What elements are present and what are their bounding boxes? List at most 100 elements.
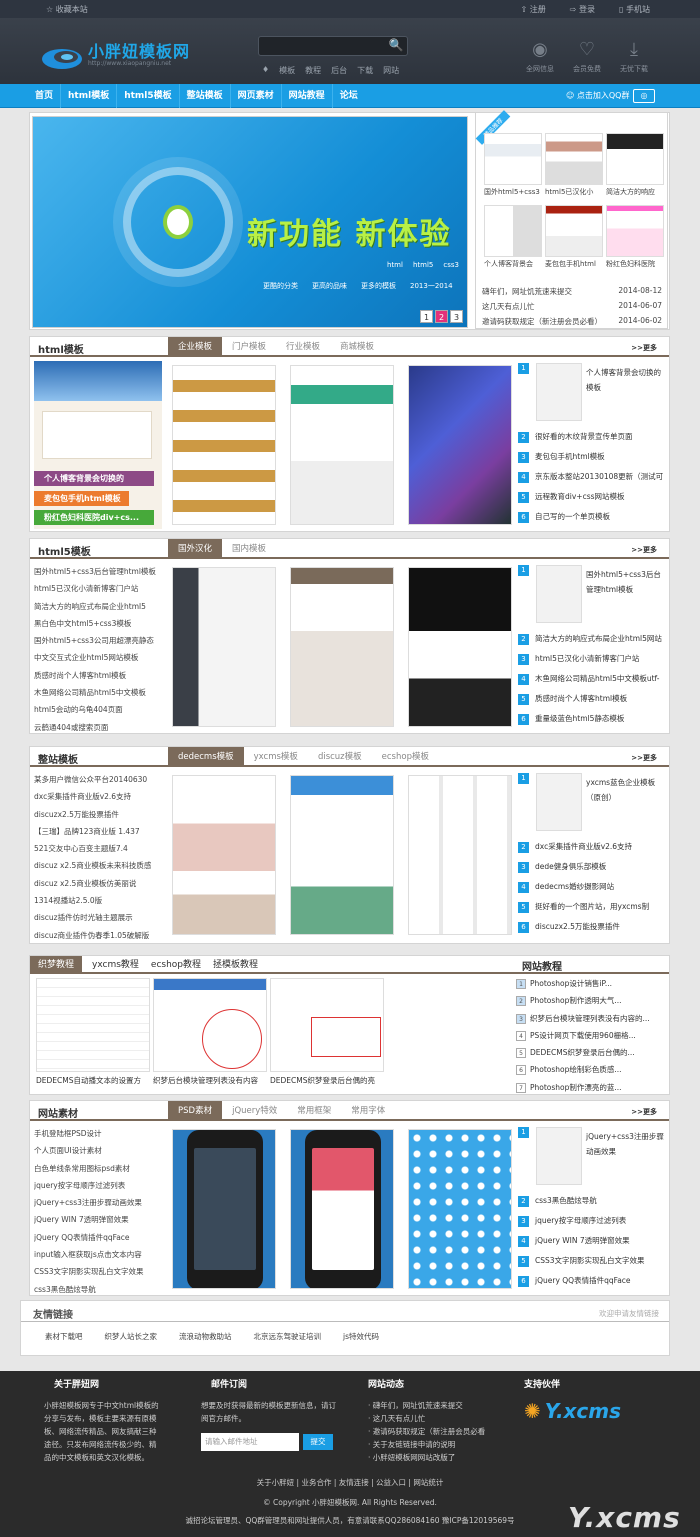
list-item[interactable]: html5已汉化小清新博客门户站	[34, 580, 162, 597]
nav-item-home[interactable]: 首页	[28, 84, 62, 108]
list-item[interactable]: html5会动的乌龟404页面	[34, 701, 162, 718]
tab-mall[interactable]: 商城模板	[330, 337, 384, 357]
list-item[interactable]: 简洁大方的响应式布局企业html5	[34, 598, 162, 615]
footer-news-item[interactable]: · 礴年们，网址饥荒速来提交	[368, 1399, 503, 1412]
banner-page-1[interactable]: 1	[420, 310, 433, 323]
rank-row[interactable]: 2 简洁大方的响应式布局企业html5网站	[518, 633, 668, 653]
email-field[interactable]: 请输入邮件地址	[201, 1433, 299, 1451]
list-item[interactable]: 白色单线条常用图标psd素材	[34, 1160, 162, 1177]
list-item[interactable]: jQuery WIN 7透明弹窗效果	[34, 1211, 162, 1228]
tutorial-card[interactable]: DEDECMS自动播文本的设置方	[36, 978, 150, 1086]
friend-link[interactable]: 北京远东驾驶证培训	[254, 1331, 322, 1342]
news-row[interactable]: 邀请码获取规定（新注册会员必看） 2014-06-02	[482, 316, 662, 331]
list-item[interactable]: discuz x2.5商业模板仿美丽说	[34, 875, 162, 892]
rank-row[interactable]: 2 dxc采集插件商业版v2.6支持	[518, 841, 668, 861]
list-item[interactable]: 国外html5+css3公司用超漂亮静态	[34, 632, 162, 649]
tutorial-item[interactable]: 3 织梦后台模块管理列表没有内容的...	[516, 1013, 666, 1030]
tab-ecshop-tutorial[interactable]: ecshop教程	[151, 956, 201, 974]
list-item[interactable]: css3黑色酷炫导航	[34, 1281, 162, 1298]
banner-page-2[interactable]: 2	[435, 310, 448, 323]
tab-jquery[interactable]: jQuery特效	[222, 1101, 287, 1121]
friend-link[interactable]: 织梦人站长之家	[105, 1331, 158, 1342]
register-link[interactable]: ⇧ 注册	[521, 4, 546, 15]
friend-link[interactable]: 素材下载吧	[45, 1331, 83, 1342]
rank-row[interactable]: 3 麦包包手机html模板	[518, 451, 668, 471]
nav-item-html5[interactable]: html5模板	[117, 84, 180, 108]
rank-first[interactable]: 1 yxcms蓝色企业模板（原创）	[518, 773, 668, 841]
tab-discuz[interactable]: discuz模板	[308, 747, 372, 767]
list-item[interactable]: discuz插件仿时光轴主题展示	[34, 909, 162, 926]
rank-row[interactable]: 3 jquery按字母顺序过滤列表	[518, 1215, 668, 1235]
thumb-item[interactable]: 粉红色妇科医院	[606, 205, 664, 269]
more-link[interactable]: >>更多	[631, 343, 657, 353]
thumb-item[interactable]: html5已汉化小	[545, 133, 603, 197]
thumb-item[interactable]: 国外html5+css3	[484, 133, 542, 197]
rank-row[interactable]: 3 dede健身俱乐部模板	[518, 861, 668, 881]
footer-links[interactable]: 关于小胖妞 | 业务合作 | 友情连接 | 公益入口 | 网站统计	[0, 1477, 700, 1488]
banner-page-3[interactable]: 3	[450, 310, 463, 323]
template-shot[interactable]	[172, 365, 276, 525]
list-item[interactable]: 国外html5+css3后台管理html模板	[34, 563, 162, 580]
list-item[interactable]: 521交友中心百变主题版7.4	[34, 840, 162, 857]
tab-psd[interactable]: PSD素材	[168, 1101, 223, 1121]
tab-dede-tutorial[interactable]: 织梦教程	[30, 956, 83, 974]
list-item[interactable]: dxc采集插件商业版v2.6支持	[34, 788, 162, 805]
tab-domestic[interactable]: 国内模板	[222, 539, 276, 559]
search-input[interactable]	[259, 37, 387, 55]
list-item[interactable]: 【三瑞】品牌123商业版 1.437	[34, 823, 162, 840]
rank-first[interactable]: 1 jQuery+css3注册步骤动画效果	[518, 1127, 668, 1195]
material-shot[interactable]	[172, 1129, 276, 1289]
tab-dedecms[interactable]: dedecms模板	[168, 747, 244, 767]
list-item[interactable]: 中文交互式企业html5网站模板	[34, 649, 162, 666]
feature-heart[interactable]: ♡ 会员免费	[570, 36, 604, 74]
more-link[interactable]: >>更多	[631, 1107, 657, 1117]
nav-item-tutorial[interactable]: 网站教程	[282, 84, 333, 108]
rank-row[interactable]: 4 jQuery WIN 7透明弹窗效果	[518, 1235, 668, 1255]
tab-ecshop[interactable]: ecshop模板	[372, 747, 439, 767]
rank-row[interactable]: 4 dedecms婚纱摄影网站	[518, 881, 668, 901]
list-item[interactable]: jQuery+css3注册步骤动画效果	[34, 1194, 162, 1211]
tab-portal[interactable]: 门户模板	[222, 337, 276, 357]
hotword-link[interactable]: 后台	[331, 65, 347, 76]
weibo-button[interactable]: ◎	[633, 89, 655, 103]
template-shot[interactable]	[172, 775, 276, 935]
rank-row[interactable]: 6 重量级蓝色html5静态模板	[518, 713, 668, 733]
nav-item-html[interactable]: html模板	[61, 84, 118, 108]
rank-row[interactable]: 5 质感时尚个人博客html模板	[518, 693, 668, 713]
list-item[interactable]: 质感时尚个人博客html模板	[34, 667, 162, 684]
banner-slider[interactable]: 新功能 新体验 html html5 css3 更酷的分类 更高的品味 更多的模板 201…	[32, 116, 468, 328]
feature-download[interactable]: ⤓ 无忧下载	[617, 36, 651, 74]
nav-item-site[interactable]: 整站模板	[180, 84, 231, 108]
friend-link[interactable]: 流浪动物救助站	[179, 1331, 232, 1342]
rank-row[interactable]: 6 discuzx2.5万能投票插件	[518, 921, 668, 941]
rank-row[interactable]: 4 木鱼网络公司精品html5中文模板utf-	[518, 673, 668, 693]
tab-framework[interactable]: 常用框架	[287, 1101, 341, 1121]
material-shot[interactable]	[290, 1129, 394, 1289]
rank-row[interactable]: 6 jQuery QQ表情插件qqFace	[518, 1275, 668, 1295]
tab-fonts[interactable]: 常用字体	[341, 1101, 395, 1121]
tutorial-card[interactable]: DEDECMS织梦登录后台偶的亮	[270, 978, 384, 1086]
template-shot[interactable]	[290, 567, 394, 727]
friend-link[interactable]: js特效代码	[343, 1331, 379, 1342]
nav-item-material[interactable]: 网页素材	[231, 84, 282, 108]
rank-row[interactable]: 3 html5已汉化小清新博客门户站	[518, 653, 668, 673]
tab-template-tutorial[interactable]: 拯模板教程	[213, 956, 258, 974]
list-item[interactable]: 木鱼网络公司精品html5中文模板	[34, 684, 162, 701]
tutorial-item[interactable]: 1 Photoshop设计销售iP...	[516, 978, 666, 995]
hotword-link[interactable]: 下载	[357, 65, 373, 76]
tutorial-item[interactable]: 7 Photoshop制作漂亮的蓝...	[516, 1082, 666, 1099]
login-link[interactable]: ⇨ 登录	[570, 4, 595, 15]
partner-logo[interactable]: ✺ Y.xcms	[524, 1399, 664, 1423]
rank-row[interactable]: 2 css3黑色酷炫导航	[518, 1195, 668, 1215]
tab-yxcms[interactable]: yxcms模板	[244, 747, 308, 767]
template-shot[interactable]	[408, 567, 512, 727]
tutorial-item[interactable]: 6 Photoshop绘制彩色质感...	[516, 1064, 666, 1081]
more-link[interactable]: >>更多	[631, 753, 657, 763]
list-item[interactable]: 某多用户微信公众平台20140630	[34, 771, 162, 788]
template-shot[interactable]	[172, 567, 276, 727]
rank-row[interactable]: 2 很好看的木纹背景宣传单页面	[518, 431, 668, 451]
hotword-link[interactable]: 网站	[383, 65, 399, 76]
tab-enterprise[interactable]: 企业模板	[168, 337, 223, 357]
list-item[interactable]: CSS3文字阴影实现乱白文字效果	[34, 1263, 162, 1280]
subscribe-button[interactable]: 提交	[303, 1434, 333, 1450]
